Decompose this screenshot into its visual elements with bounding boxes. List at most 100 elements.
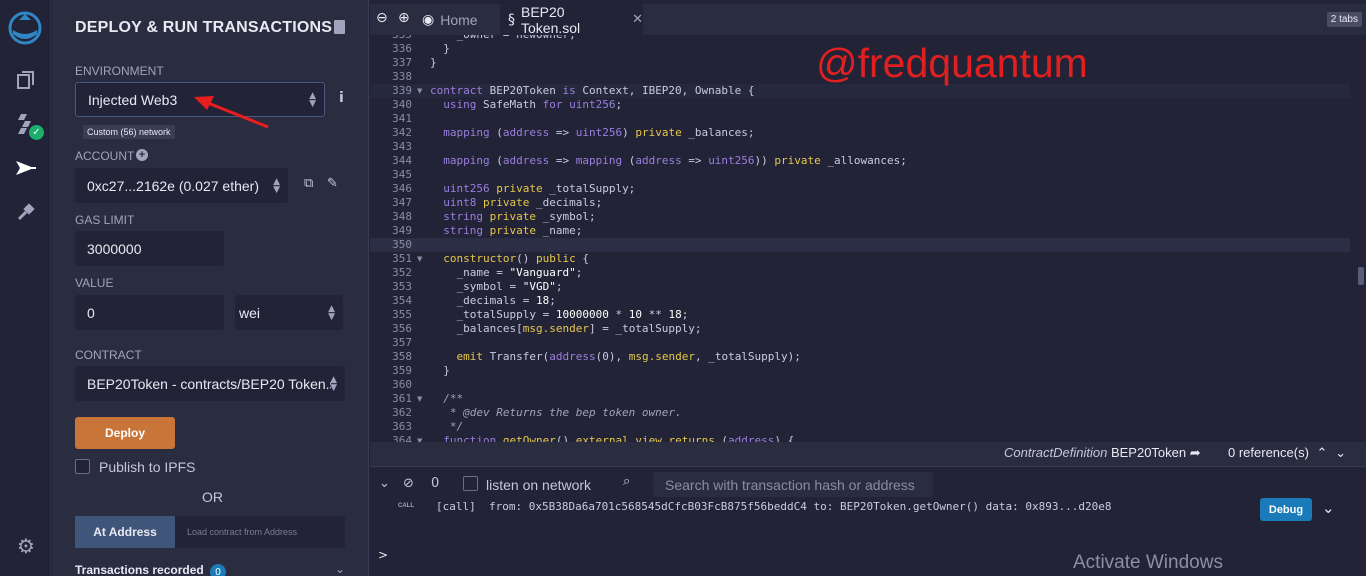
- tabs-count-badge[interactable]: 2 tabs: [1326, 12, 1362, 27]
- code-line[interactable]: uint256 private _totalSupply;: [430, 182, 635, 196]
- line-number: 336: [392, 42, 412, 55]
- documentation-icon[interactable]: [334, 20, 345, 34]
- line-number: 340: [392, 98, 412, 111]
- zoom-in-icon[interactable]: ⊕: [398, 10, 410, 26]
- tab-home-label: Home: [440, 11, 478, 28]
- pending-count: 0: [431, 476, 440, 491]
- line-number: 364: [392, 434, 412, 442]
- collapse-terminal-icon[interactable]: ⌄: [379, 476, 390, 491]
- watermark-text: @fredquantum: [816, 40, 1088, 86]
- gear-icon[interactable]: ⚙: [12, 532, 40, 560]
- fold-arrow-icon[interactable]: ▼: [417, 395, 422, 403]
- code-line[interactable]: using SafeMath for uint256;: [430, 98, 622, 112]
- value-input[interactable]: 0: [75, 295, 224, 330]
- chevron-down-icon[interactable]: ⌄: [335, 562, 345, 576]
- select-arrows-icon: ▲ ▼: [309, 90, 316, 109]
- plugin-manager-icon[interactable]: [12, 198, 40, 226]
- zoom-out-icon[interactable]: ⊖: [376, 10, 388, 26]
- deploy-run-icon[interactable]: [12, 154, 40, 182]
- chevron-up-icon[interactable]: ⌃: [1317, 446, 1328, 461]
- line-number: 350: [392, 238, 412, 251]
- code-line[interactable]: function getOwner() external view return…: [430, 434, 794, 442]
- listen-network-checkbox[interactable]: [463, 476, 478, 491]
- at-address-input[interactable]: Load contract from Address: [175, 516, 345, 548]
- definition-name: BEP20Token: [1110, 445, 1187, 460]
- fold-arrow-icon[interactable]: ▼: [417, 255, 422, 263]
- chevron-down-icon[interactable]: ⌄: [1322, 499, 1335, 517]
- compiler-success-icon: ✓: [29, 125, 44, 140]
- code-line[interactable]: mapping (address => uint256) private _ba…: [430, 126, 754, 140]
- search-icon: ⌕: [623, 474, 631, 489]
- code-line[interactable]: string private _symbol;: [430, 210, 595, 224]
- code-line[interactable]: mapping (address => mapping (address => …: [430, 154, 907, 168]
- edit-icon[interactable]: ✎: [327, 176, 338, 191]
- code-line[interactable]: }: [430, 56, 437, 70]
- panel-title: DEPLOY & RUN TRANSACTIONS: [75, 19, 333, 36]
- line-number: 351: [392, 252, 412, 265]
- publish-ipfs-label: Publish to IPFS: [99, 459, 196, 475]
- code-line[interactable]: contract BEP20Token is Context, IBEP20, …: [430, 84, 755, 98]
- gas-limit-input[interactable]: 3000000: [75, 231, 224, 266]
- listen-network-label: listen on network: [486, 477, 592, 493]
- add-account-icon[interactable]: +: [136, 149, 148, 161]
- account-select[interactable]: 0xc27...2162e (0.027 ether) ▲ ▼: [75, 168, 288, 203]
- transaction-search-input[interactable]: Search with transaction hash or address: [653, 472, 933, 497]
- fold-arrow-icon[interactable]: ▼: [417, 87, 422, 95]
- debug-button[interactable]: Debug: [1260, 498, 1312, 521]
- code-line[interactable]: string private _name;: [430, 224, 582, 238]
- value-unit-select[interactable]: wei ▲ ▼: [235, 295, 343, 330]
- current-line-highlight: [370, 238, 1350, 252]
- code-line[interactable]: /**: [430, 392, 463, 406]
- line-number: 357: [392, 336, 412, 349]
- code-line[interactable]: _name = "Vanguard";: [430, 266, 582, 280]
- contract-select[interactable]: BEP20Token - contracts/BEP20 Token.sol ▲…: [75, 366, 345, 401]
- code-line[interactable]: _totalSupply = 10000000 * 10 ** 18;: [430, 308, 688, 322]
- code-line[interactable]: emit Transfer(address(0), msg.sender, _t…: [430, 350, 801, 364]
- terminal-toolbar: ⌄ ⊘ 0 listen on network ⌕ Search with tr…: [370, 466, 1366, 500]
- publish-ipfs-checkbox[interactable]: [75, 459, 90, 474]
- at-address-button[interactable]: At Address: [75, 516, 175, 548]
- line-number: 341: [392, 112, 412, 125]
- deploy-button[interactable]: Deploy: [75, 417, 175, 449]
- line-number: 356: [392, 322, 412, 335]
- info-icon[interactable]: i: [339, 90, 344, 106]
- code-editor[interactable]: 335 _owner = newOwner; 336 } 337} 338339 ▼ co…: [370, 35, 1366, 442]
- environment-select[interactable]: Injected Web3 ▲ ▼: [75, 82, 325, 117]
- tab-home[interactable]: ◉ Home: [418, 4, 498, 35]
- line-number: 359: [392, 364, 412, 377]
- line-number: 352: [392, 266, 412, 279]
- line-number: 354: [392, 294, 412, 307]
- line-number: 347: [392, 196, 412, 209]
- environment-value: Injected Web3: [88, 91, 178, 108]
- contract-definition[interactable]: ContractDefinition BEP20Token ➦: [1004, 445, 1201, 461]
- call-tag: CALL: [398, 503, 414, 509]
- file-explorer-icon[interactable]: [12, 66, 40, 94]
- transactions-recorded-label[interactable]: Transactions recorded: [75, 563, 204, 576]
- code-line[interactable]: _decimals = 18;: [430, 294, 555, 308]
- call-log-line[interactable]: [call] from: 0x5B38Da6a701c568545dCfcB03…: [436, 500, 1112, 513]
- code-line[interactable]: * @dev Returns the bep token owner.: [430, 406, 682, 420]
- solidity-file-icon: §: [508, 11, 515, 28]
- code-line[interactable]: */: [430, 420, 463, 434]
- tab-bep20-token-sol[interactable]: § BEP20 Token.sol ✕: [500, 4, 643, 36]
- chevron-down-icon[interactable]: ⌄: [1335, 446, 1346, 461]
- line-number: 348: [392, 210, 412, 223]
- references[interactable]: 0 reference(s) ⌃ ⌄: [1228, 445, 1346, 461]
- contract-value: BEP20Token - contracts/BEP20 Token.sol: [87, 375, 331, 392]
- select-arrows-icon: ▲ ▼: [328, 303, 335, 322]
- code-line[interactable]: uint8 private _decimals;: [430, 196, 602, 210]
- clear-console-icon[interactable]: ⊘: [403, 476, 414, 491]
- editor-scrollbar[interactable]: [1358, 267, 1364, 285]
- copy-icon[interactable]: ⧉: [304, 176, 313, 191]
- close-icon[interactable]: ✕: [632, 12, 643, 27]
- code-line[interactable]: _symbol = "VGD";: [430, 280, 562, 294]
- terminal: CALL [call] from: 0x5B38Da6a701c568545dC…: [370, 498, 1366, 576]
- terminal-prompt[interactable]: >: [378, 548, 388, 562]
- code-line[interactable]: }: [430, 364, 450, 378]
- editor-tabs: ⊖ ⊕ ◉ Home § BEP20 Token.sol ✕ 2 tabs: [370, 4, 1366, 36]
- code-line[interactable]: _owner = newOwner;: [430, 35, 575, 42]
- code-line[interactable]: }: [430, 42, 450, 56]
- code-line[interactable]: _balances[msg.sender] = _totalSupply;: [430, 322, 701, 336]
- remix-logo-icon[interactable]: [5, 8, 45, 48]
- code-line[interactable]: constructor() public {: [430, 252, 589, 266]
